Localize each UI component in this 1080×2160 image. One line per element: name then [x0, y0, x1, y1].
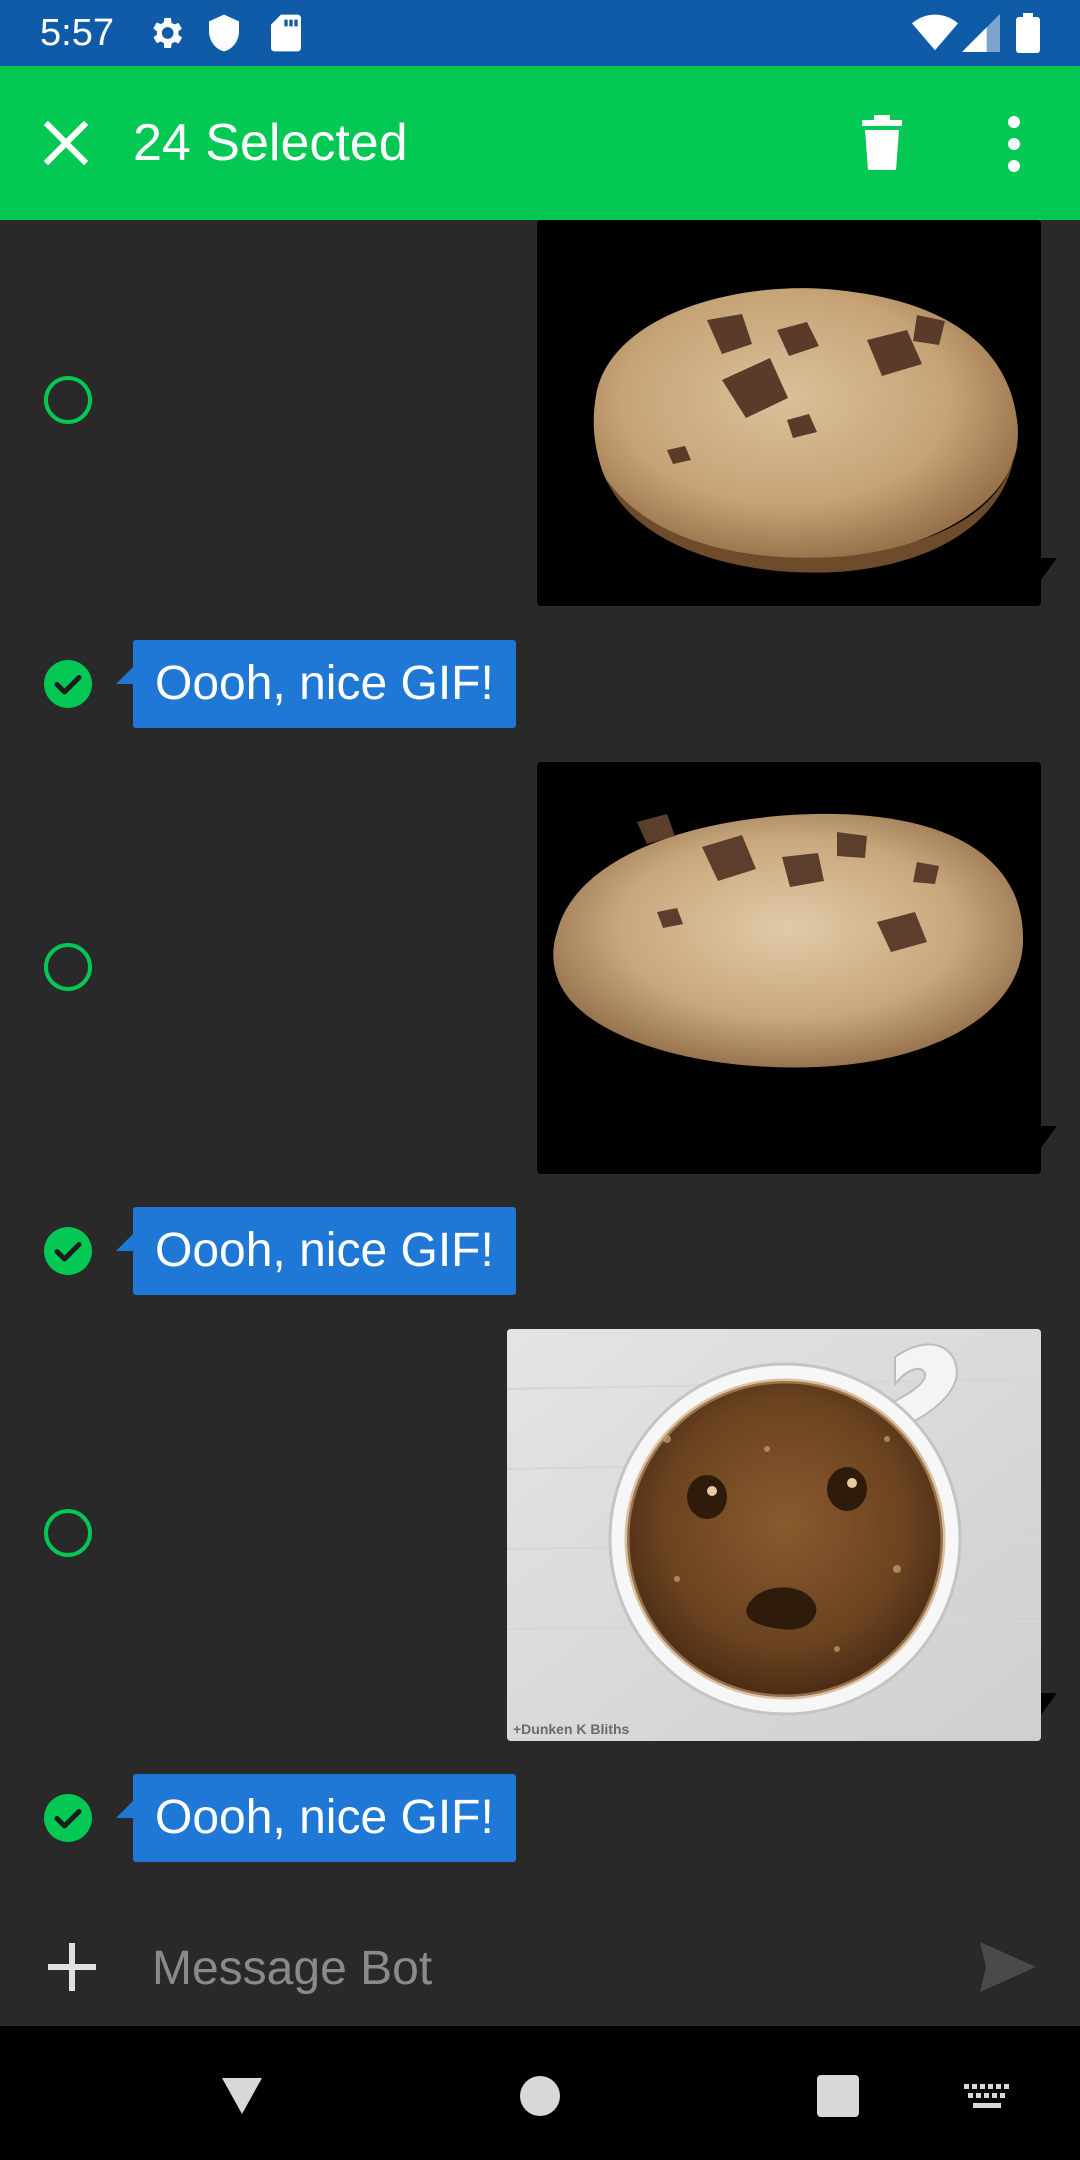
- shield-icon: [206, 13, 242, 58]
- bubble-tail: [116, 1233, 134, 1251]
- selection-app-bar: 24 Selected: [0, 66, 1080, 220]
- gif-bubble-tail: [1041, 558, 1057, 580]
- sd-card-icon: [270, 13, 302, 58]
- select-circle-unchecked[interactable]: [44, 943, 92, 991]
- message-composer: [0, 1904, 1080, 2024]
- gif-watermark: +Dunken K Bliths: [513, 1721, 630, 1737]
- text-message-bubble[interactable]: Oooh, nice GIF!: [133, 1207, 516, 1295]
- back-triangle-icon[interactable]: [220, 2076, 264, 2121]
- gif-message-coffee[interactable]: +Dunken K Bliths: [507, 1329, 1041, 1741]
- cookie-image: [553, 813, 1024, 1068]
- cookie-image: [593, 288, 1018, 573]
- gif-message-cookie[interactable]: [537, 220, 1041, 606]
- system-navigation-bar: [0, 2026, 1080, 2160]
- bubble-tail: [116, 1800, 134, 1818]
- coffee-face-image: [507, 1329, 1041, 1741]
- check-circle-icon[interactable]: [44, 1794, 92, 1842]
- battery-icon: [1016, 13, 1040, 58]
- status-time: 5:57: [40, 12, 114, 54]
- status-bar: 5:57: [0, 0, 1080, 66]
- selection-count-title: 24 Selected: [133, 114, 408, 172]
- gif-bubble-tail: [1041, 1126, 1057, 1148]
- plus-icon[interactable]: [42, 1937, 102, 1997]
- check-circle-icon[interactable]: [44, 1227, 92, 1275]
- message-input[interactable]: [150, 1932, 934, 2004]
- signal-icon: [962, 13, 1000, 58]
- keyboard-icon[interactable]: [964, 2084, 1010, 2115]
- close-icon[interactable]: [36, 113, 96, 173]
- check-circle-icon[interactable]: [44, 660, 92, 708]
- text-message-bubble[interactable]: Oooh, nice GIF!: [133, 1774, 516, 1862]
- wifi-icon: [912, 13, 958, 58]
- home-circle-icon[interactable]: [520, 2076, 560, 2116]
- more-vertical-icon[interactable]: [996, 112, 1032, 176]
- select-circle-unchecked[interactable]: [44, 1509, 92, 1557]
- gear-icon: [146, 13, 186, 58]
- gif-message-cookie[interactable]: [537, 762, 1041, 1174]
- text-message-bubble[interactable]: Oooh, nice GIF!: [133, 640, 516, 728]
- send-icon[interactable]: [976, 1938, 1040, 1996]
- recents-square-icon[interactable]: [817, 2075, 859, 2117]
- bubble-tail: [116, 666, 134, 684]
- gif-bubble-tail: [1041, 1693, 1057, 1715]
- trash-icon[interactable]: [852, 112, 912, 176]
- screen: 5:57 24 Selected Oooh, nice GIF! Oooh, n…: [0, 0, 1080, 2160]
- select-circle-unchecked[interactable]: [44, 376, 92, 424]
